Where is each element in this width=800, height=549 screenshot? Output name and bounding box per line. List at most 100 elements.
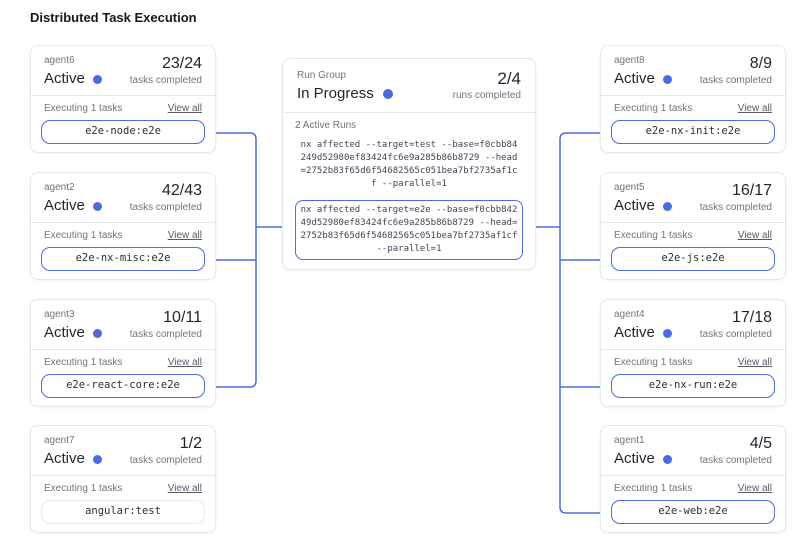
agent-card-body: Executing 1 tasks View all e2e-node:e2e	[31, 96, 215, 144]
task-pill[interactable]: angular:test	[41, 500, 205, 524]
agent-card-header: agent4 Active 17/18 tasks completed	[601, 300, 785, 350]
agent-status-label: Active	[614, 449, 655, 469]
agent-card-header: agent2 Active 42/43 tasks completed	[31, 173, 215, 223]
active-status-dot-icon	[93, 75, 102, 84]
agent-card-agent8: agent8 Active 8/9 tasks completed Execut…	[600, 45, 786, 153]
agent-status-label: Active	[44, 196, 85, 216]
agent-name: agent8	[614, 54, 672, 67]
agent-status-label: Active	[614, 323, 655, 343]
run-group-status-label: In Progress	[297, 84, 374, 104]
active-status-dot-icon	[663, 329, 672, 338]
run-command: nx affected --target=test --base=f0cbb84…	[295, 136, 523, 194]
tasks-fraction: 17/18	[700, 308, 772, 328]
agent-status-label: Active	[44, 323, 85, 343]
view-all-link[interactable]: View all	[168, 357, 202, 368]
runs-completed-caption: runs completed	[453, 89, 521, 102]
active-status-dot-icon	[93, 455, 102, 464]
agent-status-label: Active	[44, 449, 85, 469]
agent-card-agent4: agent4 Active 17/18 tasks completed Exec…	[600, 299, 786, 407]
tasks-completed-caption: tasks completed	[130, 328, 202, 341]
agent-card-body: Executing 1 tasks View all e2e-react-cor…	[31, 350, 215, 398]
agent-card-agent5: agent5 Active 16/17 tasks completed Exec…	[600, 172, 786, 280]
agent-card-body: Executing 1 tasks View all e2e-web:e2e	[601, 476, 785, 524]
executing-tasks-label: Executing 1 tasks	[614, 229, 692, 242]
agent-name: agent2	[44, 181, 102, 194]
task-pill[interactable]: e2e-react-core:e2e	[41, 374, 205, 398]
executing-tasks-label: Executing 1 tasks	[614, 102, 692, 115]
agent-card-header: agent8 Active 8/9 tasks completed	[601, 46, 785, 96]
agent-name: agent6	[44, 54, 102, 67]
tasks-completed-caption: tasks completed	[130, 74, 202, 87]
agent-card-header: agent6 Active 23/24 tasks completed	[31, 46, 215, 96]
task-pill[interactable]: e2e-nx-run:e2e	[611, 374, 775, 398]
agent-name: agent5	[614, 181, 672, 194]
run-group-card: Run Group In Progress 2/4 runs completed…	[282, 58, 536, 270]
run-group-header: Run Group In Progress 2/4 runs completed	[283, 59, 535, 113]
agent-card-header: agent1 Active 4/5 tasks completed	[601, 426, 785, 476]
agent-name: agent3	[44, 308, 102, 321]
agent-card-agent2: agent2 Active 42/43 tasks completed Exec…	[30, 172, 216, 280]
active-status-dot-icon	[93, 202, 102, 211]
agent-card-header: agent3 Active 10/11 tasks completed	[31, 300, 215, 350]
tasks-fraction: 42/43	[130, 181, 202, 201]
agent-card-body: Executing 1 tasks View all e2e-nx-init:e…	[601, 96, 785, 144]
agent-card-agent7: agent7 Active 1/2 tasks completed Execut…	[30, 425, 216, 533]
task-pill[interactable]: e2e-web:e2e	[611, 500, 775, 524]
tasks-fraction: 23/24	[130, 54, 202, 74]
active-status-dot-icon	[93, 329, 102, 338]
view-all-link[interactable]: View all	[738, 230, 772, 241]
agent-name: agent4	[614, 308, 672, 321]
active-runs-label: 2 Active Runs	[295, 119, 523, 132]
agent-status-label: Active	[44, 69, 85, 89]
agent-card-header: agent7 Active 1/2 tasks completed	[31, 426, 215, 476]
distributed-task-execution-panel: Distributed Task Execution agent6 Active	[0, 0, 800, 549]
executing-tasks-label: Executing 1 tasks	[614, 356, 692, 369]
run-group-label: Run Group	[297, 69, 393, 82]
tasks-completed-caption: tasks completed	[700, 74, 772, 87]
tasks-fraction: 8/9	[700, 54, 772, 74]
agent-card-header: agent5 Active 16/17 tasks completed	[601, 173, 785, 223]
view-all-link[interactable]: View all	[168, 230, 202, 241]
tasks-completed-caption: tasks completed	[700, 454, 772, 467]
task-pill[interactable]: e2e-node:e2e	[41, 120, 205, 144]
tasks-completed-caption: tasks completed	[700, 328, 772, 341]
executing-tasks-label: Executing 1 tasks	[614, 482, 692, 495]
run-group-body: 2 Active Runs nx affected --target=test …	[283, 113, 535, 260]
agent-card-agent3: agent3 Active 10/11 tasks completed Exec…	[30, 299, 216, 407]
runs-fraction: 2/4	[453, 69, 521, 89]
view-all-link[interactable]: View all	[738, 483, 772, 494]
view-all-link[interactable]: View all	[168, 483, 202, 494]
agent-status-label: Active	[614, 196, 655, 216]
tasks-fraction: 16/17	[700, 181, 772, 201]
agent-card-body: Executing 1 tasks View all e2e-nx-run:e2…	[601, 350, 785, 398]
agent-card-body: Executing 1 tasks View all angular:test	[31, 476, 215, 524]
active-status-dot-icon	[663, 75, 672, 84]
agent-card-body: Executing 1 tasks View all e2e-js:e2e	[601, 223, 785, 271]
executing-tasks-label: Executing 1 tasks	[44, 102, 122, 115]
agent-name: agent1	[614, 434, 672, 447]
executing-tasks-label: Executing 1 tasks	[44, 482, 122, 495]
task-pill[interactable]: e2e-js:e2e	[611, 247, 775, 271]
view-all-link[interactable]: View all	[168, 103, 202, 114]
active-status-dot-icon	[663, 202, 672, 211]
tasks-completed-caption: tasks completed	[700, 201, 772, 214]
in-progress-status-dot-icon	[383, 89, 393, 99]
tasks-completed-caption: tasks completed	[130, 201, 202, 214]
agent-status-label: Active	[614, 69, 655, 89]
agent-card-agent6: agent6 Active 23/24 tasks completed Exec…	[30, 45, 216, 153]
view-all-link[interactable]: View all	[738, 357, 772, 368]
task-pill[interactable]: e2e-nx-init:e2e	[611, 120, 775, 144]
active-status-dot-icon	[663, 455, 672, 464]
view-all-link[interactable]: View all	[738, 103, 772, 114]
agent-card-agent1: agent1 Active 4/5 tasks completed Execut…	[600, 425, 786, 533]
tasks-fraction: 4/5	[700, 434, 772, 454]
task-pill[interactable]: e2e-nx-misc:e2e	[41, 247, 205, 271]
agent-card-body: Executing 1 tasks View all e2e-nx-misc:e…	[31, 223, 215, 271]
run-command-active[interactable]: nx affected --target=e2e --base=f0cbb842…	[295, 200, 523, 260]
tasks-completed-caption: tasks completed	[130, 454, 202, 467]
tasks-fraction: 10/11	[130, 308, 202, 328]
page-title: Distributed Task Execution	[30, 10, 197, 25]
executing-tasks-label: Executing 1 tasks	[44, 229, 122, 242]
executing-tasks-label: Executing 1 tasks	[44, 356, 122, 369]
tasks-fraction: 1/2	[130, 434, 202, 454]
